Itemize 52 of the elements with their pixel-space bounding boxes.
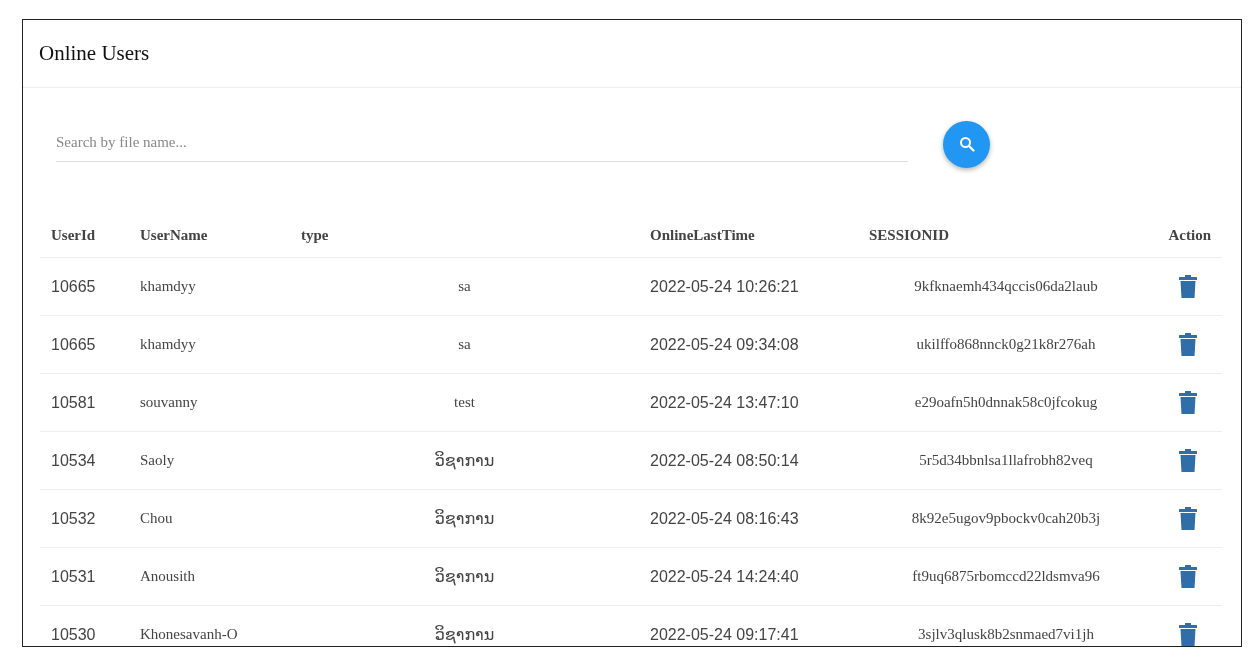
table-cell-text: 2022-05-24 13:47:10 [649, 393, 799, 412]
search-icon [958, 136, 975, 152]
trash-icon[interactable] [1179, 275, 1197, 298]
table-cell-text: 10665 [50, 335, 96, 354]
table-cell: 9kfknaemh434qccis06da2laub [914, 278, 1098, 295]
column-header: type [301, 227, 329, 244]
table-cell: ວິຊາການ [434, 451, 495, 470]
table-cell: e29oafn5h0dnnak58c0jfcokug [914, 394, 1098, 411]
trash-icon[interactable] [1179, 449, 1197, 472]
table-cell: ukilffo868nnck0g21k8r276ah [916, 336, 1096, 353]
trash-icon[interactable] [1179, 623, 1197, 646]
trash-icon[interactable] [1179, 565, 1197, 588]
table-cell-text: 10532 [50, 509, 96, 528]
table-cell-text: Chou [139, 510, 173, 527]
column-header: OnlineLastTime [650, 227, 755, 244]
table-cell-text: souvanny [139, 394, 198, 411]
card-title: Online Users [39, 41, 150, 66]
column-header: UserName [140, 227, 208, 244]
table-cell: test [454, 394, 475, 411]
table-cell-text: 2022-05-24 14:24:40 [649, 567, 799, 586]
table-cell-text: 2022-05-24 10:26:21 [649, 277, 799, 296]
table-cell-text: khamdyy [139, 336, 196, 353]
table-cell-text: 10530 [50, 625, 96, 644]
table-cell: ວິຊາການ [434, 509, 495, 528]
table-cell: sa [458, 278, 471, 295]
table-cell-text: 10581 [50, 393, 96, 412]
column-header: SESSIONID [869, 227, 950, 244]
table-cell: 5r5d34bbnlsa1llafrobh82veq [919, 452, 1093, 469]
trash-icon[interactable] [1179, 391, 1197, 414]
table-cell-text: 10531 [50, 567, 96, 586]
table-cell-text: Saoly [139, 452, 175, 469]
trash-icon[interactable] [1179, 507, 1197, 530]
table-cell-text: khamdyy [139, 278, 196, 295]
trash-icon[interactable] [1179, 333, 1197, 356]
column-header: Action [1168, 227, 1211, 244]
table-cell: ft9uq6875rbomccd22ldsmva96 [912, 568, 1100, 585]
table-cell-text: 2022-05-24 08:16:43 [649, 509, 799, 528]
table-cell: 3sjlv3qlusk8b2snmaed7vi1jh [918, 626, 1094, 643]
table-cell-text: 10534 [50, 451, 96, 470]
table-cell: ວິຊາການ [434, 567, 495, 586]
table-cell-text: Khonesavanh-O [139, 626, 238, 643]
search-field[interactable]: Search by file name... [56, 126, 908, 162]
table-cell-text: 2022-05-24 09:17:41 [649, 625, 799, 644]
table-cell: ວິຊາການ [434, 625, 495, 644]
table-cell-text: 2022-05-24 08:50:14 [649, 451, 799, 470]
table-cell-text: 10665 [50, 277, 96, 296]
table-cell-text: 2022-05-24 09:34:08 [649, 335, 799, 354]
search-button[interactable] [943, 120, 990, 168]
table-cell: sa [458, 336, 471, 353]
column-header: UserId [51, 227, 96, 244]
table-cell: 8k92e5ugov9pbockv0cah20b3j [911, 510, 1101, 527]
table-cell-text: Anousith [139, 568, 195, 585]
